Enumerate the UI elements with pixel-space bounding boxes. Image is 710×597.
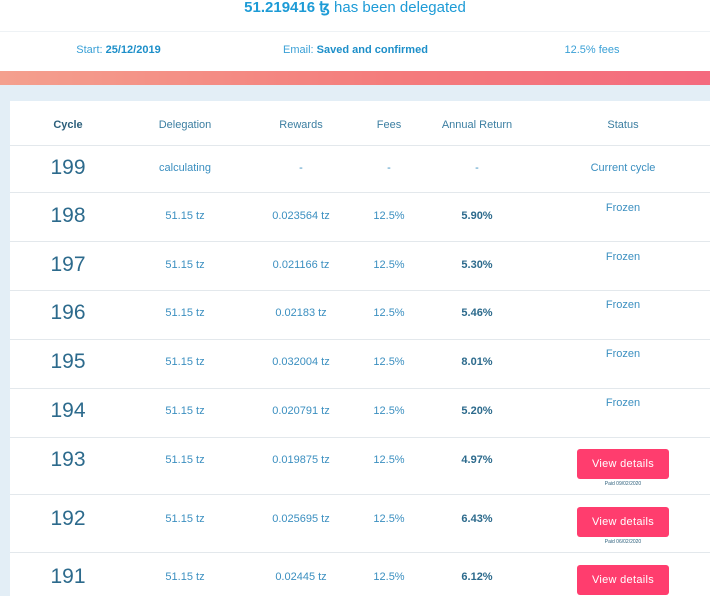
col-status: Status [607,119,639,131]
delegation-value: 51.15 tz [165,259,205,271]
annual-return-value: 6.12% [461,571,493,583]
annual-return-value: - [475,162,479,174]
cycle-number: 196 [50,301,86,324]
rewards-value: 0.025695 tz [272,513,330,525]
fees-value: 12.5% [373,405,405,417]
annual-return-value: 5.46% [461,307,493,319]
cycle-number: 195 [50,350,86,373]
delegation-value: calculating [159,162,211,174]
annual-return-value: 5.20% [461,405,493,417]
cycle-number: 193 [50,448,86,471]
table-row: 198 51.15 tz 0.023564 tz 12.5% 5.90% Fro… [10,192,710,242]
cycle-number: 199 [50,156,86,179]
annual-return-value: 8.01% [461,356,493,368]
view-details-button[interactable]: View details [577,507,669,537]
fees-value: 12.5% [373,571,405,583]
start-date-info: Start: 25/12/2019 [0,44,237,56]
status-text: Frozen [605,348,641,360]
status-text: Frozen [605,397,641,409]
annual-return-value: 6.43% [461,513,493,525]
col-delegation: Delegation [158,119,212,131]
delegation-summary: Start: 25/12/2019 Email: Saved and confi… [0,31,710,68]
fees-value: 12.5% [373,259,405,271]
fees-value: 12.5% [373,454,405,466]
email-value: Saved and confirmed [316,44,428,56]
status-text: Frozen [605,202,641,214]
paid-date: Paid 06/02/2020 [604,539,642,545]
delegation-value: 51.15 tz [165,356,205,368]
table-row: 195 51.15 tz 0.032004 tz 12.5% 8.01% Fro… [10,339,710,389]
start-value: 25/12/2019 [105,44,161,56]
delegated-amount: 51.219416 ꜩ [244,0,330,16]
gradient-divider [0,71,710,85]
rewards-value: 0.02183 tz [275,307,327,319]
annual-return-value: 5.30% [461,259,493,271]
cycle-number: 194 [50,399,86,422]
cycle-number: 198 [50,204,86,227]
fees-value: 12.5% [373,356,405,368]
cycle-number: 191 [50,565,86,588]
delegation-value: 51.15 tz [165,513,205,525]
annual-return-value: 4.97% [461,454,493,466]
email-info: Email: Saved and confirmed [237,44,474,56]
delegation-value: 51.15 tz [165,405,205,417]
annual-return-value: 5.90% [461,210,493,222]
table-row: 192 51.15 tz 0.025695 tz 12.5% 6.43% Vie… [10,494,710,553]
table-row: 193 51.15 tz 0.019875 tz 12.5% 4.97% Vie… [10,437,710,495]
email-label: Email: [283,44,314,56]
delegated-text: has been delegated [334,0,466,16]
table-row: 197 51.15 tz 0.021166 tz 12.5% 5.30% Fro… [10,241,710,291]
col-annual-return: Annual Return [441,119,513,131]
fees-value: 12.5% [373,513,405,525]
rewards-value: 0.021166 tz [272,259,330,271]
table-row: 194 51.15 tz 0.020791 tz 12.5% 5.20% Fro… [10,388,710,438]
table-row: 199 calculating - - - Current cycle [10,145,710,193]
rewards-value: 0.02445 tz [275,571,327,583]
col-fees: Fees [376,119,402,131]
rewards-value: 0.019875 tz [272,454,330,466]
col-cycle: Cycle [53,119,83,131]
col-rewards: Rewards [279,119,323,131]
fees-value: - [387,162,391,174]
rewards-value: - [299,162,303,174]
rewards-value: 0.023564 tz [272,210,330,222]
fees-info: 12.5% fees [564,44,620,56]
rewards-value: 0.032004 tz [272,356,330,368]
delegation-value: 51.15 tz [165,210,205,222]
table-header: Cycle Delegation Rewards Fees Annual Ret… [10,101,710,145]
fees-value: 12.5% [373,307,405,319]
start-label: Start: [76,44,103,56]
view-details-button[interactable]: View details [577,565,669,595]
view-details-button[interactable]: View details [577,449,669,479]
table-row: 196 51.15 tz 0.02183 tz 12.5% 5.46% Froz… [10,290,710,340]
cycle-number: 192 [50,507,86,530]
status-text: Frozen [605,299,641,311]
delegation-value: 51.15 tz [165,454,205,466]
delegation-value: 51.15 tz [165,307,205,319]
status-text: Current cycle [590,162,656,174]
table-row: 191 51.15 tz 0.02445 tz 12.5% 6.12% View… [10,552,710,597]
delegation-title: 51.219416 ꜩ has been delegated [0,0,710,30]
rewards-value: 0.020791 tz [272,405,330,417]
delegation-value: 51.15 tz [165,571,205,583]
status-text: Frozen [605,251,641,263]
cycle-number: 197 [50,253,86,276]
paid-date: Paid 09/02/2020 [604,481,642,487]
fees-value: 12.5% [373,210,405,222]
